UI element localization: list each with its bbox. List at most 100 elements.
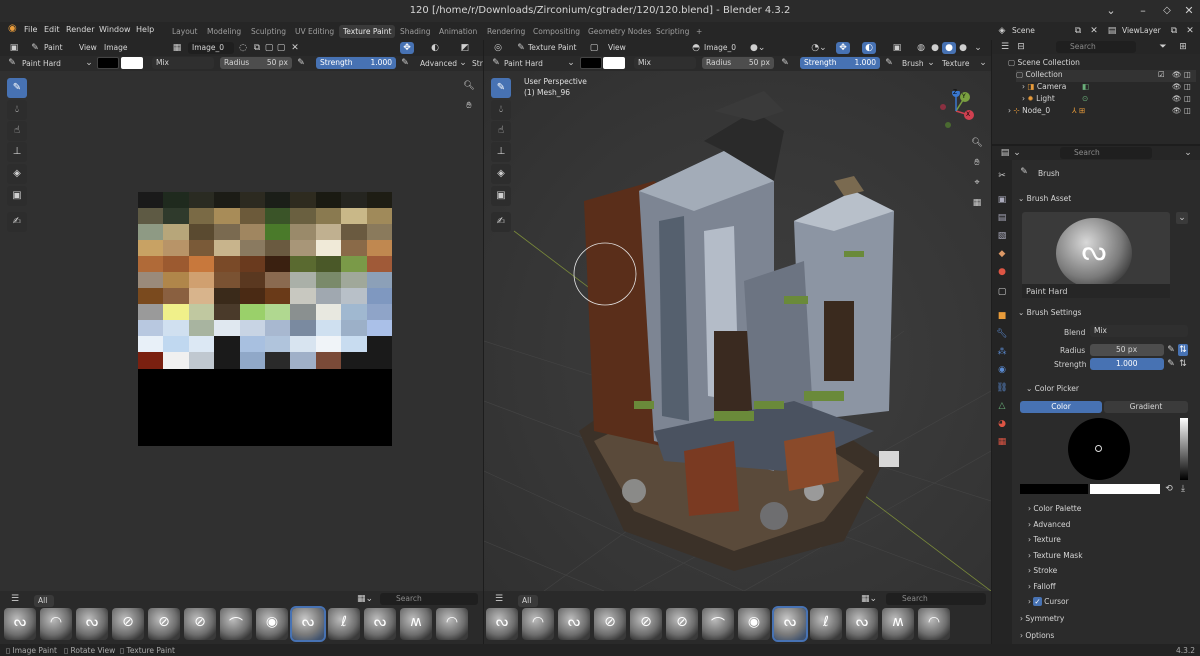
tab-texture-paint[interactable]: Texture Paint	[339, 25, 396, 38]
brush-thumbnail[interactable]: ◠	[436, 608, 468, 640]
xray-icon[interactable]: ▣	[890, 42, 904, 54]
blur-tool[interactable]: 💧︎	[491, 100, 511, 120]
color-tab[interactable]: Color	[1020, 401, 1102, 413]
outliner-row-scene-collection[interactable]: ▢ Scene Collection	[1008, 58, 1080, 70]
delete-viewlayer-icon[interactable]: ✕	[1184, 25, 1196, 37]
draw-tool[interactable]: ✎	[491, 78, 511, 98]
section-symmetry[interactable]: › Symmetry	[1020, 614, 1064, 623]
texture-image[interactable]	[138, 192, 393, 446]
pan-hand-icon[interactable]: ✋︎	[462, 100, 476, 112]
wireframe-shading-icon[interactable]: ◍	[914, 42, 928, 54]
new-image-icon[interactable]: ⧉	[252, 42, 262, 54]
filter-funnel-icon[interactable]: ⏷	[1156, 41, 1170, 53]
image-browse-icon[interactable]: ◓	[690, 42, 702, 54]
brush-thumbnail[interactable]: ᔓ	[290, 606, 326, 642]
secondary-color-bar[interactable]	[1090, 484, 1160, 494]
brush-thumbnail[interactable]: ℓ	[328, 608, 360, 640]
new-collection-icon[interactable]: ⊞	[1176, 41, 1190, 53]
brush-thumbnail[interactable]: ◉	[256, 608, 288, 640]
brush-thumbnail[interactable]: ◠	[522, 608, 554, 640]
strength-field[interactable]: 1.000	[1090, 358, 1164, 370]
3d-viewport-canvas[interactable]: User Perspective (1) Mesh_96 X Y Z 🔍︎ ✋︎…	[484, 71, 991, 591]
shelf-tab-all[interactable]: All	[34, 595, 54, 607]
secondary-color-swatch[interactable]	[603, 57, 625, 69]
gizmo-toggle-icon[interactable]: ✥	[836, 42, 850, 54]
pressure-icon[interactable]: ✎	[884, 57, 894, 69]
visibility-icon[interactable]: ◔⌄	[810, 42, 828, 54]
tab-uv-editing[interactable]: UV Editing	[291, 25, 338, 38]
tab-geometry-nodes[interactable]: Geometry Nodes	[584, 25, 655, 38]
copy-scene-icon[interactable]: ⧉	[1072, 25, 1084, 37]
brush-thumbnail[interactable]: ᔓ	[486, 608, 518, 640]
camera-render-icon[interactable]: ◫	[1184, 82, 1191, 91]
section-color-picker[interactable]: ⌄ Color Picker	[1026, 384, 1079, 393]
shelf-tab-all[interactable]: All	[518, 595, 538, 607]
gradient-tab[interactable]: Gradient	[1104, 401, 1188, 413]
eye-icon[interactable]: 👁︎	[1172, 106, 1182, 115]
stroke-menu-truncated[interactable]: Str	[472, 59, 483, 68]
scene-tab-icon[interactable]: ◆	[995, 248, 1009, 260]
section-color-palette[interactable]: › Color Palette	[1028, 504, 1081, 513]
solid-shading-icon[interactable]: ●	[928, 42, 942, 54]
view-layer-tab-icon[interactable]: ▧	[995, 230, 1009, 242]
menu-icon[interactable]: ☰	[8, 593, 22, 605]
tab-layout[interactable]: Layout	[168, 25, 202, 38]
filter-icon[interactable]: ⊟	[1014, 41, 1028, 53]
navigation-gizmo[interactable]: X Y Z	[936, 89, 976, 131]
pan-hand-icon[interactable]: ✋︎	[970, 157, 984, 169]
brush-thumbnail[interactable]: ᔓ	[364, 608, 396, 640]
object-tab-icon[interactable]: ■	[995, 310, 1009, 322]
view-menu[interactable]: View	[79, 43, 97, 52]
cursor-checkbox-icon[interactable]: ✓	[1033, 597, 1042, 606]
brush-thumbnail[interactable]: ᔓ	[558, 608, 590, 640]
brush-menu[interactable]: Brush	[902, 59, 924, 68]
brush-thumbnail[interactable]: ᔓ	[772, 606, 808, 642]
tab-scripting[interactable]: Scripting	[652, 25, 693, 38]
mask-tool[interactable]: ▣	[491, 186, 511, 206]
radius-field[interactable]: Radius 50 px	[702, 57, 774, 69]
perspective-grid-icon[interactable]: ▦	[970, 197, 984, 209]
section-falloff[interactable]: › Falloff	[1028, 582, 1056, 591]
brush-thumbnail[interactable]: ◠	[40, 608, 72, 640]
shelf-view-icon[interactable]: ▦⌄	[356, 593, 374, 605]
pressure-icon[interactable]: ✎	[1166, 344, 1176, 356]
brush-thumbnail[interactable]: ⊘	[630, 608, 662, 640]
pressure-icon[interactable]: ✎	[1166, 358, 1176, 370]
chevron-down-icon[interactable]: ⌄	[926, 57, 936, 69]
chevron-down-icon[interactable]: ⌄	[1176, 212, 1188, 224]
data-tab-icon[interactable]: △	[995, 400, 1009, 412]
strength-field[interactable]: Strength 1.000	[316, 57, 396, 69]
tab-shading[interactable]: Shading	[396, 25, 434, 38]
unified-size-icon[interactable]: ⇅	[1178, 344, 1188, 356]
image-name-field[interactable]: Image_0	[188, 42, 234, 54]
editor-type-icon[interactable]: ☰	[998, 41, 1012, 53]
camera-render-icon[interactable]: ◫	[1184, 70, 1191, 79]
eyedropper-icon[interactable]: ⤓	[1178, 483, 1188, 495]
smear-tool[interactable]: ☝︎	[491, 121, 511, 141]
mode-dropdown[interactable]: Paint	[44, 43, 63, 52]
copy-viewlayer-icon[interactable]: ⧉	[1168, 25, 1180, 37]
swap-colors-icon[interactable]: ⟲	[1164, 483, 1174, 495]
primary-color-swatch[interactable]	[97, 57, 119, 69]
output-tab-icon[interactable]: ▤	[995, 212, 1009, 224]
brush-thumbnail[interactable]: ⌒	[220, 608, 252, 640]
unlink-image-icon[interactable]: ▢	[276, 42, 286, 54]
physics-tab-icon[interactable]: ◉	[995, 364, 1009, 376]
brush-dropdown[interactable]: Paint Hard	[504, 59, 543, 68]
section-brush-settings[interactable]: ⌄ Brush Settings	[1018, 308, 1081, 317]
modifier-tab-icon[interactable]: 🔧︎	[995, 328, 1009, 340]
pin-icon[interactable]: ⌄	[1182, 147, 1194, 159]
brush-asset-preview[interactable]: ᔓ Paint Hard	[1022, 212, 1170, 298]
texture-tab-icon[interactable]: ▦	[995, 436, 1009, 448]
blur-tool[interactable]: 💧︎	[7, 100, 27, 120]
fill-tool[interactable]: ◈	[7, 164, 27, 184]
fake-user-icon[interactable]: ◌	[238, 42, 248, 54]
annotate-tool[interactable]: ✍︎	[7, 212, 27, 232]
texture-menu[interactable]: Texture	[942, 59, 969, 68]
image-browse-icon[interactable]: ▦	[170, 42, 184, 54]
shelf-search-input[interactable]: Search	[380, 593, 478, 605]
pressure-icon[interactable]: ✎	[296, 57, 306, 69]
render-tab-icon[interactable]: ▣	[995, 194, 1009, 206]
tool-tab-icon[interactable]: ✂	[995, 170, 1009, 182]
smear-tool[interactable]: ☝︎	[7, 121, 27, 141]
